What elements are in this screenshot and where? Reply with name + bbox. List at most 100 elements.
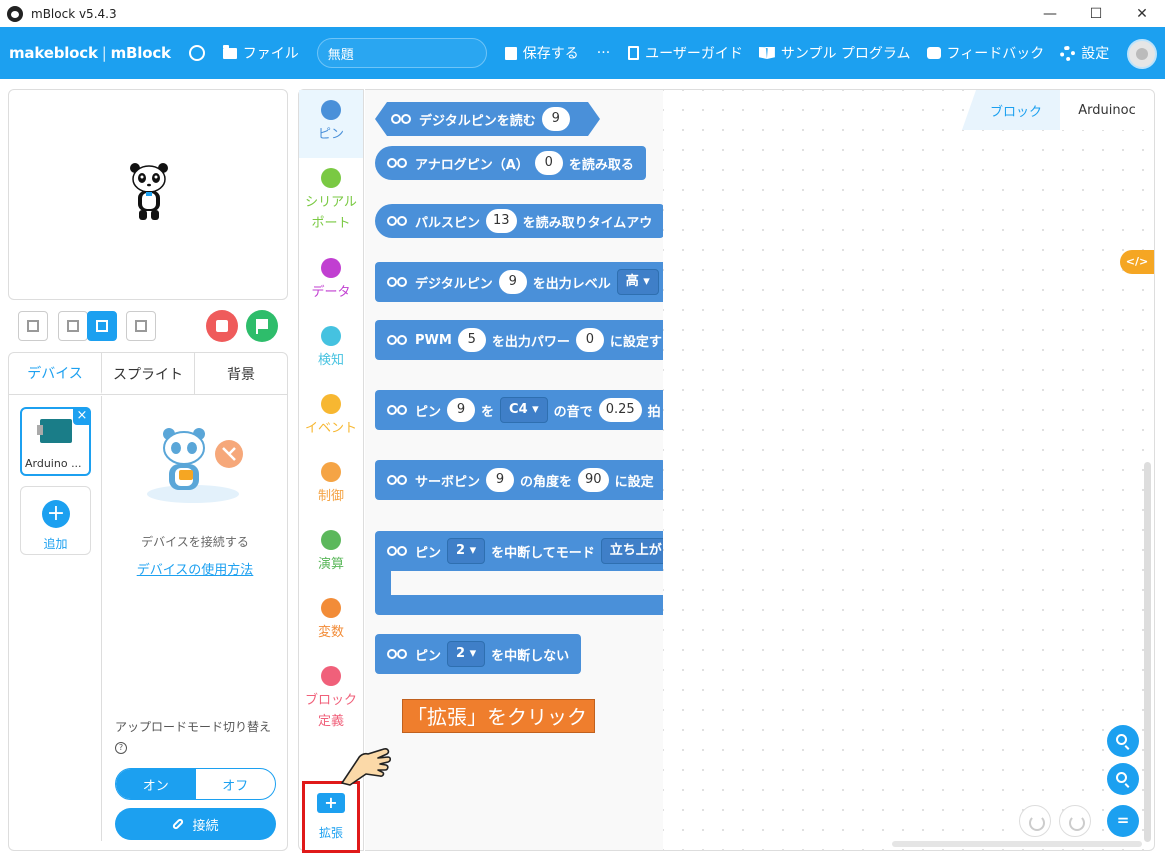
- device-usage-link[interactable]: デバイスの使用方法: [103, 559, 287, 578]
- redo-button[interactable]: [1059, 805, 1091, 837]
- category-label: 検知: [317, 353, 344, 368]
- block-input[interactable]: 5: [457, 328, 486, 352]
- block-input[interactable]: 0.25: [598, 398, 642, 422]
- category-pin[interactable]: ピン: [299, 90, 363, 158]
- category-data[interactable]: データ: [299, 248, 363, 316]
- category-dot: [321, 100, 341, 120]
- language-globe-icon[interactable]: [188, 45, 205, 61]
- help-icon[interactable]: ?: [115, 742, 127, 754]
- block-detach-interrupt[interactable]: ピン 2 ▾ を中断しない: [375, 634, 581, 674]
- code-panel-toggle[interactable]: </>: [1120, 250, 1154, 274]
- category-control[interactable]: 制御: [299, 452, 363, 520]
- block-dropdown[interactable]: 立ち上が: [600, 538, 663, 564]
- block-input[interactable]: 9: [486, 468, 515, 492]
- block-text: アナログピン（A）: [415, 157, 529, 173]
- extension-button[interactable]: + 拡張: [302, 781, 360, 853]
- save-label: 保存する: [522, 46, 579, 62]
- category-label: データ: [311, 285, 351, 300]
- green-flag-button[interactable]: [246, 310, 278, 342]
- tab-blocks[interactable]: ブロック: [962, 90, 1060, 130]
- user-guide-menu[interactable]: ユーザーガイド: [628, 43, 743, 63]
- toggle-off[interactable]: オフ: [196, 769, 276, 799]
- block-input[interactable]: 9: [447, 398, 476, 422]
- user-avatar[interactable]: [1127, 39, 1157, 69]
- zoom-out-button[interactable]: [1107, 763, 1139, 795]
- zoom-reset-button[interactable]: [1107, 805, 1139, 837]
- upload-mode-label: アップロードモード切り替え: [115, 720, 272, 734]
- block-attach-interrupt[interactable]: ピン 2 ▾ を中断してモード 立ち上が: [375, 531, 663, 571]
- category-my-blocks[interactable]: ブロック 定義: [299, 656, 363, 729]
- arduino-infinity-icon: [387, 546, 409, 556]
- block-text: を出力レベル: [532, 276, 611, 292]
- add-extension-icon: +: [317, 793, 345, 813]
- upload-mode-toggle[interactable]: オン オフ: [115, 768, 276, 800]
- block-dropdown[interactable]: 高 ▾: [616, 269, 659, 295]
- block-input[interactable]: 9: [542, 107, 570, 131]
- block-text: ピン: [415, 545, 442, 561]
- window-title: mBlock v5.4.3: [31, 6, 117, 21]
- close-window-button[interactable]: ✕: [1119, 0, 1165, 27]
- device-card-arduino[interactable]: Arduino ... ×: [20, 407, 91, 476]
- horizontal-scrollbar[interactable]: [892, 841, 1142, 847]
- fullscreen-icon: [27, 320, 39, 332]
- block-play-tone[interactable]: ピン 9 を C4 ▾ の音で 0.25 拍: [375, 390, 663, 430]
- minimize-button[interactable]: —: [1027, 0, 1073, 27]
- menu-bar: makeblock|mBlock ファイル 保存する ··· ユーザーガイド サ…: [0, 27, 1165, 79]
- fullscreen-button[interactable]: [18, 311, 48, 341]
- connect-button[interactable]: 接続: [115, 808, 276, 840]
- tab-devices[interactable]: デバイス: [9, 353, 102, 394]
- project-title-input[interactable]: [316, 38, 487, 68]
- block-c-arm: [375, 571, 391, 595]
- category-events[interactable]: イベント: [299, 384, 363, 452]
- more-menu[interactable]: ···: [597, 45, 610, 61]
- block-text: を読み取る: [568, 157, 634, 173]
- stage-canvas[interactable]: [8, 89, 288, 300]
- block-read-analog-pin[interactable]: アナログピン（A） 0 を読み取る: [375, 146, 646, 180]
- block-input[interactable]: 0: [575, 328, 604, 352]
- category-serial[interactable]: シリアル ポート: [299, 158, 363, 231]
- category-variables[interactable]: 変数: [299, 588, 363, 656]
- block-set-digital-output[interactable]: デジタルピン 9 を出力レベル 高 ▾: [375, 262, 663, 302]
- file-menu[interactable]: ファイル: [222, 43, 299, 63]
- stop-button[interactable]: [206, 310, 238, 342]
- block-read-digital-pin[interactable]: デジタルピンを読む 9: [375, 102, 600, 136]
- block-text: ピン: [415, 648, 442, 664]
- grid-view-button[interactable]: [126, 311, 156, 341]
- block-dropdown[interactable]: 2 ▾: [447, 538, 486, 564]
- block-dropdown[interactable]: C4 ▾: [500, 397, 548, 423]
- category-operators[interactable]: 演算: [299, 520, 363, 588]
- add-device-button[interactable]: + 追加: [20, 486, 91, 555]
- block-text: を中断しない: [491, 648, 570, 664]
- tab-backdrops[interactable]: 背景: [195, 353, 287, 394]
- tab-arduino-code[interactable]: Arduinoc: [1060, 90, 1154, 130]
- block-read-pulse-pin[interactable]: パルスピン 13 を読み取りタイムアウ: [375, 204, 663, 238]
- script-workspace[interactable]: ブロック Arduinoc </>: [663, 89, 1155, 851]
- document-icon: [628, 46, 640, 60]
- sample-programs-menu[interactable]: サンプル プログラム: [758, 43, 911, 63]
- tab-sprites[interactable]: スプライト: [102, 353, 195, 394]
- category-label: ピン: [317, 127, 344, 142]
- category-sensing[interactable]: 検知: [299, 316, 363, 384]
- block-text: パルスピン: [415, 215, 481, 231]
- feedback-menu[interactable]: フィードバック: [926, 43, 1044, 63]
- maximize-button[interactable]: ☐: [1073, 0, 1119, 27]
- block-input[interactable]: 90: [578, 468, 609, 492]
- block-set-servo-angle[interactable]: サーボピン 9 の角度を 90 に設定: [375, 460, 663, 500]
- vertical-scrollbar[interactable]: [1144, 462, 1151, 842]
- zoom-in-button[interactable]: [1107, 725, 1139, 757]
- undo-button[interactable]: [1019, 805, 1051, 837]
- block-input[interactable]: 9: [498, 270, 527, 294]
- device-list: Arduino ... × + 追加: [9, 396, 102, 841]
- save-button[interactable]: 保存する: [504, 43, 579, 63]
- block-set-pwm-output[interactable]: PWM 5 を出力パワー 0 に設定す: [375, 320, 663, 360]
- block-input[interactable]: 13: [486, 209, 517, 233]
- remove-device-button[interactable]: ×: [73, 407, 91, 425]
- folder-icon: [222, 44, 237, 59]
- block-dropdown[interactable]: 2 ▾: [447, 641, 486, 667]
- settings-menu[interactable]: 設定: [1060, 43, 1109, 63]
- block-input[interactable]: 0: [534, 151, 563, 175]
- toggle-on[interactable]: オン: [116, 769, 196, 799]
- normal-stage-button[interactable]: [87, 311, 117, 341]
- small-stage-button[interactable]: [58, 311, 88, 341]
- panda-sprite[interactable]: [127, 162, 171, 224]
